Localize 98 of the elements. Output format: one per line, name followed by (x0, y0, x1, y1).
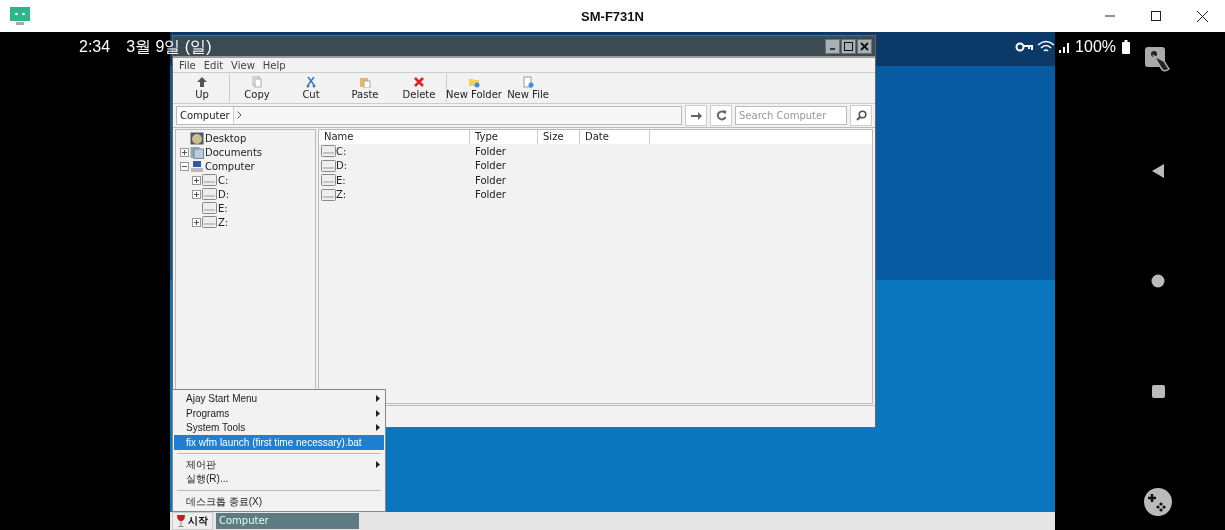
column-header[interactable]: Size (538, 130, 580, 144)
clipboard-icon (359, 76, 371, 88)
date: 3월 9일 (일) (126, 36, 212, 57)
expand-toggle[interactable] (180, 147, 189, 157)
tree-item[interactable]: C: (218, 174, 229, 186)
menu-item[interactable]: Help (262, 59, 286, 71)
maximize-icon (1151, 11, 1161, 21)
tree-item[interactable]: Z: (218, 216, 229, 228)
toolbar-button[interactable]: Copy (230, 74, 284, 102)
expand-toggle[interactable] (192, 217, 201, 227)
expand-toggle[interactable] (180, 161, 189, 171)
clock: 2:34 (79, 38, 111, 56)
column-header[interactable]: Type (470, 130, 538, 144)
search-field[interactable]: Search Computer (735, 106, 847, 125)
new-folder-icon (468, 76, 480, 88)
breadcrumb[interactable]: Computer (177, 107, 234, 124)
home-icon[interactable] (1151, 274, 1165, 288)
toolbar-button[interactable]: New Folder (447, 74, 501, 102)
start-menu-item[interactable]: 데스크톱 종료(X) (174, 494, 384, 509)
up-arrow-icon (196, 76, 208, 88)
toolbar-button[interactable]: Paste (338, 74, 392, 102)
file-name[interactable]: Z: (336, 189, 347, 201)
chevron-icon (236, 111, 242, 119)
delete-icon (413, 76, 425, 88)
drive-icon (321, 145, 336, 158)
plus-icon (193, 218, 200, 226)
close-button[interactable] (857, 38, 872, 54)
battery-icon (1122, 40, 1130, 54)
file-name[interactable]: D: (336, 160, 348, 172)
drive-icon (202, 216, 217, 228)
android-monitor-icon (10, 6, 30, 26)
column-header[interactable]: Name (319, 130, 470, 144)
toolbar-button[interactable]: Up (175, 74, 230, 102)
window-title: SM-F731N (581, 8, 644, 24)
expand-toggle[interactable] (192, 175, 201, 185)
menu-item[interactable]: View (231, 59, 255, 71)
drive-icon (202, 188, 217, 200)
menu-item[interactable]: Edit (203, 59, 224, 71)
minimize-button[interactable] (825, 38, 840, 54)
scissors-icon (305, 76, 317, 88)
path-field[interactable]: Computer (176, 106, 682, 125)
start-menu-item[interactable]: 실행(R)... (174, 472, 384, 487)
search-button[interactable] (850, 105, 872, 126)
drive-icon (321, 159, 336, 172)
file-type: Folder (474, 174, 507, 186)
tree-item[interactable]: Documents (205, 146, 263, 158)
plus-icon (193, 190, 200, 198)
signal-icon (1059, 41, 1072, 53)
new-file-icon (522, 76, 534, 88)
start-button[interactable]: 시작 (172, 512, 213, 530)
toolbar-button[interactable]: Cut (284, 74, 338, 102)
taskbar-button[interactable]: Computer (216, 513, 359, 529)
file-name[interactable]: C: (336, 145, 347, 157)
file-type: Folder (474, 145, 507, 157)
column-header[interactable]: Date (580, 130, 650, 144)
start-menu-item[interactable]: System Tools (174, 420, 384, 435)
start-menu-item[interactable]: Programs (174, 406, 384, 421)
back-icon[interactable] (1152, 163, 1164, 178)
expand-toggle[interactable] (192, 189, 201, 199)
start-menu-item[interactable]: Ajay Start Menu (174, 391, 384, 406)
drive-icon (321, 174, 336, 187)
start-menu-item[interactable]: 제어판 (174, 457, 384, 472)
key-icon (1015, 42, 1034, 52)
tree-item[interactable]: E: (218, 202, 228, 214)
wifi-icon (1037, 40, 1056, 54)
refresh-icon (715, 110, 727, 121)
drive-icon (202, 174, 217, 186)
plus-icon (181, 148, 188, 156)
wine-glass-icon (177, 515, 185, 527)
toolbar-button[interactable]: New File (501, 74, 555, 102)
touch-icon[interactable] (1144, 46, 1172, 74)
tree-item[interactable]: Computer (205, 160, 255, 172)
plus-icon (193, 176, 200, 184)
maximize-button[interactable] (841, 38, 856, 54)
arrow-icon (690, 110, 702, 121)
refresh-button[interactable] (710, 105, 732, 126)
desktop-icon (190, 131, 204, 145)
maximize-icon (844, 41, 853, 51)
search-icon (855, 110, 867, 121)
computer-icon (190, 159, 204, 173)
file-name[interactable]: E: (336, 174, 346, 186)
tree-item[interactable]: D: (218, 188, 230, 200)
battery-percentage: 100% (1075, 38, 1116, 56)
start-menu-item[interactable]: fix wfm launch (first time necessary).bat (174, 435, 384, 450)
go-button[interactable] (685, 105, 707, 126)
file-type: Folder (474, 189, 507, 201)
menu-item[interactable]: File (179, 59, 196, 71)
close-icon (860, 41, 869, 51)
gamepad-icon[interactable] (1144, 488, 1172, 516)
drive-icon (202, 202, 217, 214)
drive-icon (321, 188, 336, 201)
file-type: Folder (474, 160, 507, 172)
documents-icon (190, 145, 204, 159)
tree-item[interactable]: Desktop (205, 132, 247, 144)
close-icon (1196, 10, 1208, 22)
copy-icon (251, 76, 263, 88)
recents-icon[interactable] (1151, 385, 1165, 398)
toolbar-button[interactable]: Delete (392, 74, 447, 102)
